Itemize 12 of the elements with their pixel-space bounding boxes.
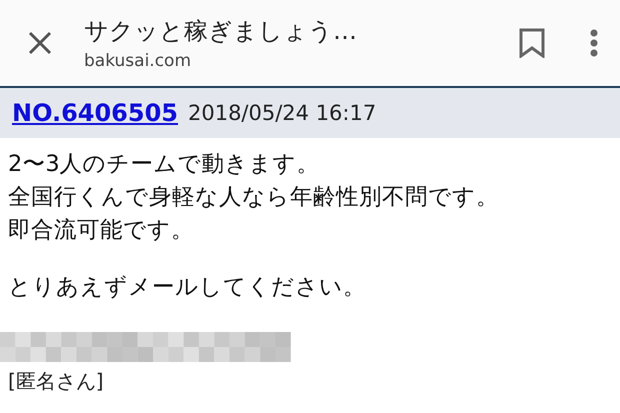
post-text-line: 2〜3人のチームで動きます。 (8, 150, 320, 179)
bookmark-icon (519, 28, 545, 58)
post-number-link[interactable]: NO.6406505 (12, 99, 178, 127)
author-name: [匿名さん] (7, 368, 105, 395)
post-text-line: とりあえずメールしてください。 (8, 273, 366, 302)
close-icon (28, 31, 52, 55)
post-date: 2018/05/24 16:17 (188, 101, 376, 125)
page-url: bakusai.com (84, 51, 192, 71)
more-icon (590, 29, 598, 57)
post-text-line: 全国行くんで身軽な人なら年齢性別不問です。 (8, 183, 499, 212)
post-text-line: 即合流可能です。 (8, 216, 194, 245)
page-title: サクッと稼ぎましょう… (84, 16, 357, 47)
